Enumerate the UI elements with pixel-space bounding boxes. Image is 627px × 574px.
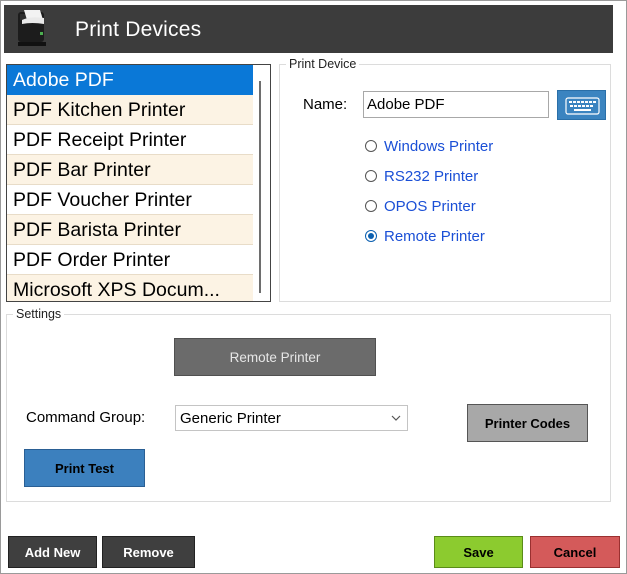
radio-windows-printer[interactable]: Windows Printer xyxy=(365,136,493,156)
radio-opos-printer[interactable]: OPOS Printer xyxy=(365,196,476,216)
radio-button[interactable] xyxy=(365,200,377,212)
device-list-item[interactable]: Microsoft XPS Docum... xyxy=(7,275,253,301)
radio-rs232-printer[interactable]: RS232 Printer xyxy=(365,166,478,186)
radio-button[interactable] xyxy=(365,140,377,152)
radio-button[interactable] xyxy=(365,170,377,182)
title-bar: Print Devices xyxy=(4,5,613,53)
device-list-item[interactable]: PDF Bar Printer xyxy=(7,155,253,185)
window-title: Print Devices xyxy=(75,18,202,41)
command-group-value: Generic Printer xyxy=(180,410,281,427)
receipt-printer-icon xyxy=(18,10,46,46)
print-devices-window: Print Devices Adobe PDF PDF Kitchen Prin… xyxy=(0,0,627,574)
cancel-button[interactable]: Cancel xyxy=(530,536,620,568)
printer-mode-button[interactable]: Remote Printer xyxy=(174,338,376,376)
device-list-item[interactable]: Adobe PDF xyxy=(7,65,253,95)
command-group-label: Command Group: xyxy=(26,409,146,426)
print-test-button[interactable]: Print Test xyxy=(24,449,145,487)
device-list[interactable]: Adobe PDF PDF Kitchen Printer PDF Receip… xyxy=(6,64,271,302)
printer-codes-button[interactable]: Printer Codes xyxy=(467,404,588,442)
radio-label: OPOS Printer xyxy=(384,197,476,215)
device-list-item[interactable]: PDF Order Printer xyxy=(7,245,253,275)
radio-remote-printer[interactable]: Remote Printer xyxy=(365,226,485,246)
add-new-button[interactable]: Add New xyxy=(8,536,97,568)
settings-legend: Settings xyxy=(13,307,65,321)
remove-button[interactable]: Remove xyxy=(102,536,195,568)
chevron-down-icon xyxy=(391,415,401,421)
radio-label: Remote Printer xyxy=(384,227,485,245)
print-device-legend: Print Device xyxy=(286,57,360,71)
keyboard-icon xyxy=(565,97,600,115)
list-scrollbar[interactable] xyxy=(259,81,261,293)
radio-button-checked[interactable] xyxy=(365,230,377,242)
command-group-select[interactable]: Generic Printer xyxy=(175,405,408,431)
keyboard-button[interactable] xyxy=(557,90,606,120)
device-list-item[interactable]: PDF Kitchen Printer xyxy=(7,95,253,125)
device-list-item[interactable]: PDF Receipt Printer xyxy=(7,125,253,155)
radio-label: Windows Printer xyxy=(384,137,494,155)
radio-label: RS232 Printer xyxy=(384,167,479,185)
save-button[interactable]: Save xyxy=(434,536,523,568)
device-list-item[interactable]: PDF Barista Printer xyxy=(7,215,253,245)
name-field[interactable] xyxy=(363,91,549,118)
device-list-item[interactable]: PDF Voucher Printer xyxy=(7,185,253,215)
name-label: Name: xyxy=(303,96,348,113)
